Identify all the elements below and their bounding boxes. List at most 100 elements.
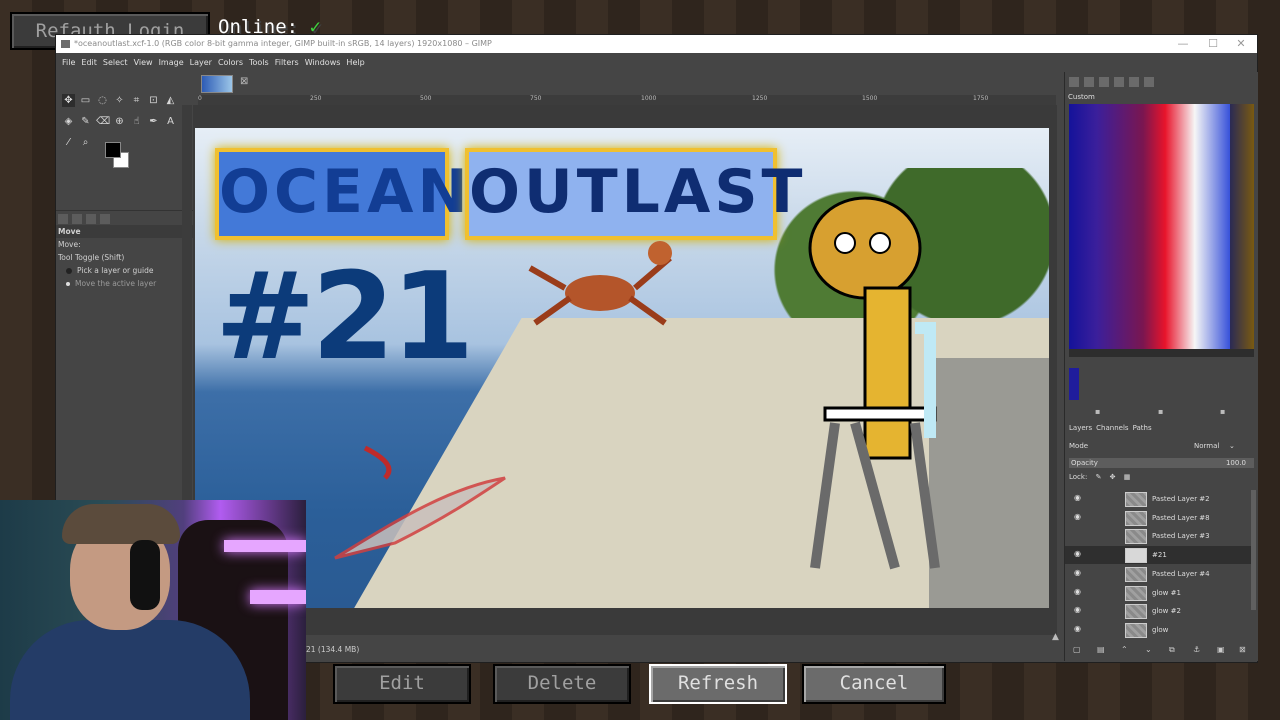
patterns-tab-icon[interactable] (1084, 77, 1094, 87)
mask-icon[interactable]: ▣ (1217, 645, 1225, 654)
layer-name: Pasted Layer #2 (1152, 495, 1210, 503)
lock-position-icon[interactable]: ✥ (1110, 473, 1116, 481)
lower-layer-icon[interactable]: ⌄ (1145, 645, 1152, 654)
layer-row[interactable]: ◉ Pasted Layer #2 (1065, 490, 1251, 508)
bucket-icon[interactable]: ◈ (62, 115, 75, 128)
visibility-eye-icon[interactable]: ◉ (1074, 494, 1084, 502)
brush-icon[interactable]: ✎ (79, 115, 92, 128)
gradient-editor-preview[interactable] (1069, 104, 1254, 349)
layer-row[interactable]: ◉ #21 (1065, 546, 1251, 565)
layer-row[interactable]: ◉ glow #1 (1065, 584, 1251, 602)
visibility-eye-icon[interactable]: ◉ (1074, 568, 1084, 577)
radio-icon (66, 268, 72, 274)
ruler-mark: 500 (420, 95, 432, 102)
ruler-mark: 1750 (973, 95, 989, 102)
zoom-icon[interactable]: ⌕ (79, 136, 92, 149)
menu-filters[interactable]: Filters (272, 54, 302, 72)
color-picker-icon[interactable]: ⁄ (62, 136, 75, 149)
move-mode-row[interactable]: Move: (56, 238, 193, 251)
delete-layer-icon[interactable]: ⊠ (1239, 645, 1246, 654)
foreground-color-swatch[interactable] (105, 142, 121, 158)
fuzzy-select-icon[interactable]: ✧ (113, 94, 126, 107)
layers-scrollbar[interactable] (1251, 490, 1256, 610)
layer-row[interactable]: ◉ Pasted Layer #4 (1065, 565, 1251, 583)
menu-colors[interactable]: Colors (215, 54, 246, 72)
visibility-eye-icon[interactable] (1074, 531, 1084, 539)
refresh-button[interactable]: Refresh (649, 664, 787, 704)
lock-label: Lock: (1069, 473, 1088, 481)
tab-layers[interactable]: Layers (1069, 424, 1092, 432)
visibility-eye-icon[interactable]: ◉ (1074, 624, 1084, 633)
zoom-out-icon[interactable]: ▪ (1095, 407, 1100, 416)
menu-edit[interactable]: Edit (78, 54, 100, 72)
delete-button[interactable]: Delete (493, 664, 631, 704)
cancel-button[interactable]: Cancel (802, 664, 946, 704)
rect-select-icon[interactable]: ▭ (79, 94, 92, 107)
lock-alpha-icon[interactable]: ▦ (1124, 473, 1131, 481)
option-pick-layer[interactable]: Pick a layer or guide (56, 264, 193, 277)
layer-row[interactable]: ◉ Pasted Layer #8 (1065, 509, 1251, 527)
edit-button[interactable]: Edit (333, 664, 471, 704)
image-tab-thumbnail[interactable] (201, 75, 233, 93)
tab-channels[interactable]: Channels (1096, 424, 1128, 432)
ruler-mark: 250 (310, 95, 322, 102)
new-layer-icon[interactable]: ▢ (1073, 645, 1081, 654)
maximize-button[interactable]: ☐ (1199, 35, 1227, 53)
close-window-button[interactable]: ✕ (1227, 35, 1255, 53)
layer-row[interactable]: Pasted Layer #3 (1065, 527, 1251, 545)
raise-layer-icon[interactable]: ⌃ (1121, 645, 1128, 654)
mode-select[interactable]: Normal (1194, 442, 1219, 450)
eraser-icon[interactable]: ⌫ (96, 115, 110, 128)
crop-icon[interactable]: ⌗ (130, 94, 143, 107)
duplicate-layer-icon[interactable]: ⧉ (1169, 645, 1175, 655)
new-group-icon[interactable]: ▤ (1097, 645, 1105, 654)
clone-icon[interactable]: ⊕ (113, 115, 126, 128)
path-icon[interactable]: ✒ (147, 115, 160, 128)
documents-tab-icon[interactable] (1114, 77, 1124, 87)
visibility-eye-icon[interactable]: ◉ (1074, 606, 1084, 614)
chevron-down-icon[interactable]: ⌄ (1229, 442, 1235, 450)
zoom-in-icon[interactable]: ▪ (1158, 407, 1163, 416)
menu-layer[interactable]: Layer (187, 54, 215, 72)
transform-icon[interactable]: ⊡ (147, 94, 160, 107)
lasso-icon[interactable]: ◌ (96, 94, 109, 107)
image-tab-strip: ⊠ (193, 72, 1065, 94)
opacity-slider[interactable]: Opacity 100.0 (1069, 458, 1254, 468)
menu-tools[interactable]: Tools (246, 54, 272, 72)
menu-file[interactable]: File (59, 54, 78, 72)
visibility-eye-icon[interactable]: ◉ (1074, 512, 1084, 521)
visibility-eye-icon[interactable]: ◉ (1074, 550, 1084, 558)
gradients-tab-icon[interactable] (1144, 77, 1154, 87)
palettes-tab-icon[interactable] (1129, 77, 1139, 87)
option-move-active[interactable]: Move the active layer (56, 277, 193, 290)
text-tool-icon[interactable]: A (164, 115, 177, 128)
move-tool-icon[interactable]: ✥ (62, 94, 75, 107)
tab-paths[interactable]: Paths (1133, 424, 1152, 432)
right-dock: Custom ▪ ▪ ▪ Layers Channels Paths Mode No… (1064, 72, 1258, 661)
smudge-icon[interactable]: ☝ (130, 115, 143, 128)
crab-illustration (528, 241, 672, 326)
menu-windows[interactable]: Windows (302, 54, 344, 72)
lock-pixels-icon[interactable]: ✎ (1096, 473, 1102, 481)
menu-view[interactable]: View (131, 54, 156, 72)
layer-row[interactable]: ◉ glow (1065, 621, 1251, 639)
menu-help[interactable]: Help (343, 54, 367, 72)
anchor-layer-icon[interactable]: ⚓ (1193, 645, 1200, 654)
fonts-tab-icon[interactable] (1099, 77, 1109, 87)
images-tab-icon[interactable] (100, 214, 110, 224)
menu-select[interactable]: Select (100, 54, 131, 72)
undo-history-tab-icon[interactable] (86, 214, 96, 224)
gradient-stops-bar[interactable] (1069, 349, 1254, 357)
navigate-icon[interactable]: ▲ (1052, 632, 1059, 642)
visibility-eye-icon[interactable]: ◉ (1074, 587, 1084, 596)
device-status-tab-icon[interactable] (72, 214, 82, 224)
layer-row[interactable]: ◉ glow #2 (1065, 602, 1251, 620)
close-tab-icon[interactable]: ⊠ (240, 76, 248, 87)
zoom-all-icon[interactable]: ▪ (1220, 407, 1225, 416)
minimize-button[interactable]: — (1169, 35, 1197, 53)
tool-options-tab-icon[interactable] (58, 214, 68, 224)
brushes-tab-icon[interactable] (1069, 77, 1079, 87)
menu-image[interactable]: Image (156, 54, 187, 72)
warp-icon[interactable]: ◭ (164, 94, 177, 107)
thumbnail-image[interactable]: OCEAN OUTLAST #21 (195, 128, 1049, 608)
